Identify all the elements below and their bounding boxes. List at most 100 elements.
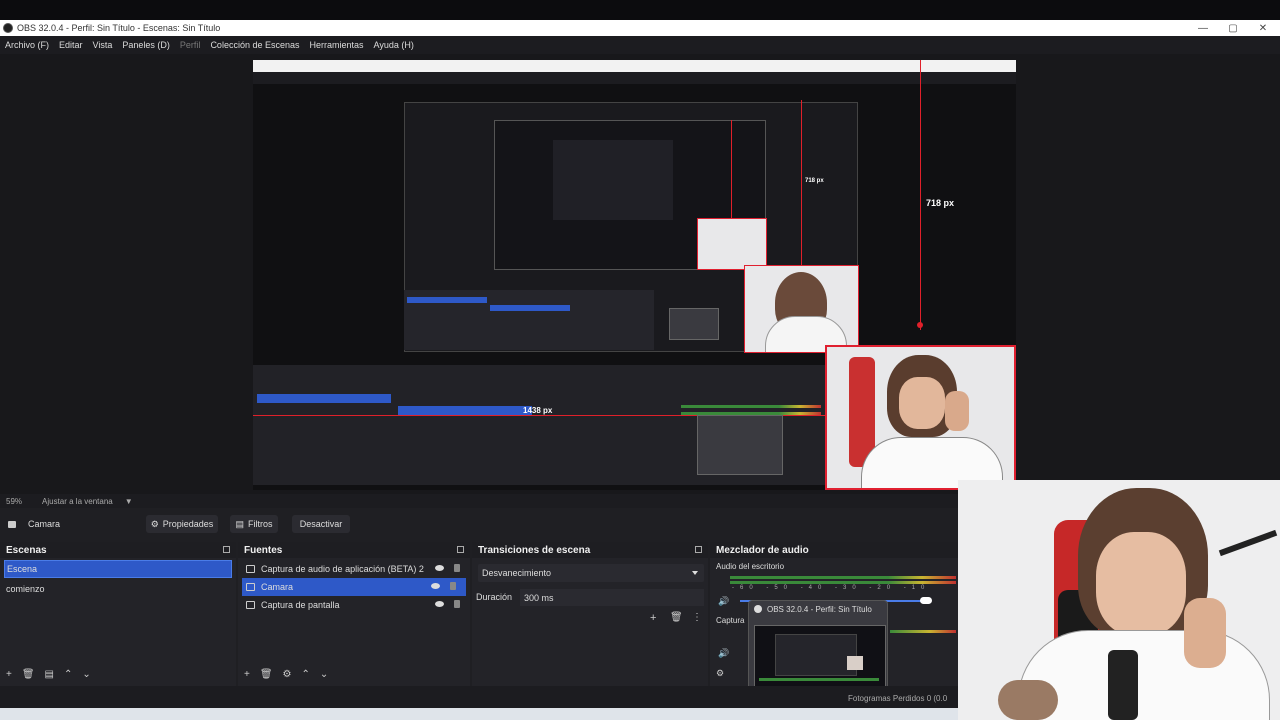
filter-icon[interactable]: ▤ [45, 669, 54, 680]
up-icon[interactable]: ⌃ [302, 669, 310, 680]
gear-icon[interactable]: ⚙ [283, 669, 292, 680]
desktop-meter-2 [730, 581, 956, 584]
scale-tick: -40 [800, 585, 828, 591]
zoom-fit[interactable]: Ajustar a la ventana [42, 497, 113, 506]
guide-label-718: 718 px [926, 198, 955, 208]
scale-tick: -60 [732, 585, 759, 591]
audio-capture-icon [246, 565, 255, 573]
menu-editar[interactable]: Editar [54, 40, 88, 50]
menu-herramientas[interactable]: Herramientas [305, 40, 369, 50]
chevron-down-icon [692, 571, 698, 575]
nested-popup [697, 415, 783, 475]
scenes-footer: + 🗑 ▤ ⌃ ⌄ [6, 669, 91, 680]
down-icon[interactable]: ⌄ [320, 669, 328, 680]
add-icon[interactable]: + [244, 669, 250, 680]
lock-icon[interactable] [454, 564, 460, 572]
taskbar-preview-popup[interactable]: OBS 32.0.4 - Perfil: Sin Título [748, 600, 888, 694]
guide-vertical-718 [920, 60, 921, 330]
sources-header: Fuentes [238, 542, 470, 558]
properties-label: Propiedades [162, 519, 214, 529]
trash-icon[interactable]: 🗑 [22, 669, 35, 680]
source-item-pantalla[interactable]: Captura de pantalla [238, 596, 470, 614]
add-icon[interactable]: + [6, 669, 12, 680]
eye-icon[interactable] [435, 565, 444, 571]
speaker-icon[interactable]: 🔊 [718, 648, 729, 659]
menu-paneles[interactable]: Paneles (D) [117, 40, 175, 50]
minimize-button[interactable]: — [1188, 20, 1218, 36]
more-icon[interactable]: ⋮ [692, 612, 702, 623]
camera-source-frame[interactable] [825, 345, 1016, 490]
nested-menubar [253, 72, 1016, 84]
scene-item-comienzo[interactable]: comienzo [0, 580, 236, 598]
deactivate-button[interactable]: Desactivar [292, 515, 350, 533]
menu-archivo[interactable]: Archivo (F) [0, 40, 54, 50]
chevron-down-icon[interactable]: ▼ [125, 497, 133, 506]
undock-icon[interactable] [457, 546, 464, 553]
undock-icon[interactable] [695, 546, 702, 553]
menu-perfil[interactable]: Perfil [175, 40, 206, 50]
guide-vertical-inner [801, 100, 802, 265]
transitions-title: Transiciones de escena [478, 544, 591, 556]
source-label: Captura de audio de aplicación (BETA) 2 [261, 564, 424, 574]
trash-icon[interactable]: 🗑 [260, 669, 273, 680]
obs-app-icon [3, 23, 13, 33]
scene-item-escena[interactable]: Escena [4, 560, 232, 578]
scale-tick: -20 [869, 585, 897, 591]
undock-icon[interactable] [223, 546, 230, 553]
scale-tick: -30 [835, 585, 862, 591]
filters-button[interactable]: ▤ Filtros [230, 515, 278, 533]
menu-coleccion[interactable]: Colección de Escenas [205, 40, 304, 50]
source-label: Camara [261, 582, 294, 592]
scale-tick: -10 [903, 585, 931, 591]
guide-label-718-inner: 718 px [805, 178, 824, 184]
obs-status-bar: Fotogramas Perdidos 0 (0.0 [0, 686, 960, 708]
deactivate-label: Desactivar [299, 519, 343, 529]
lock-icon[interactable] [450, 582, 456, 590]
eye-icon[interactable] [431, 583, 440, 589]
trash-icon[interactable]: 🗑 [670, 612, 683, 623]
popup-title-text: OBS 32.0.4 - Perfil: Sin Título [767, 605, 872, 614]
nested-titlebar [253, 60, 1016, 72]
camera-icon [246, 583, 255, 591]
guide-vertical-inner-2 [731, 120, 732, 220]
volume-knob[interactable] [920, 597, 932, 604]
preview-canvas[interactable]: 718 px 718 px 1438 px [253, 60, 1016, 490]
duration-label: Duración [476, 592, 513, 602]
selected-source-name: Camara [28, 519, 61, 529]
mixer-settings-icon[interactable]: ⚙ [716, 668, 724, 679]
close-button[interactable]: ✕ [1248, 20, 1278, 36]
zoom-level[interactable]: 59% [6, 497, 22, 506]
duration-value: 300 ms [524, 592, 554, 603]
eye-icon[interactable] [435, 601, 444, 607]
title-bar: OBS 32.0.4 - Perfil: Sin Título - Escena… [0, 20, 1280, 36]
menu-vista[interactable]: Vista [88, 40, 118, 50]
window-title: OBS 32.0.4 - Perfil: Sin Título - Escena… [17, 23, 221, 33]
popup-thumbnail[interactable] [754, 625, 886, 693]
screen-top-strip [0, 0, 1280, 20]
maximize-button[interactable]: ▢ [1218, 20, 1248, 36]
duration-input[interactable]: 300 ms [520, 589, 704, 606]
down-icon[interactable]: ⌄ [82, 669, 90, 680]
add-transition-icon[interactable]: + [650, 612, 656, 624]
source-toolbar: Camara [0, 512, 960, 536]
lock-icon[interactable] [454, 600, 460, 608]
nested-source-selected [398, 406, 532, 415]
source-item-audio[interactable]: Captura de audio de aplicación (BETA) 2 [238, 560, 470, 578]
menu-ayuda[interactable]: Ayuda (H) [369, 40, 419, 50]
capture-meter [890, 630, 956, 633]
source-item-camara[interactable]: Camara [242, 578, 466, 596]
transition-select[interactable]: Desvanecimiento [478, 564, 704, 582]
source-label: Captura de pantalla [261, 600, 340, 610]
dropped-frames: Fotogramas Perdidos 0 (0.0 [848, 694, 948, 703]
guide-handle[interactable] [917, 322, 923, 328]
guide-label-1438: 1438 px [523, 406, 553, 415]
filters-label: Filtros [248, 519, 273, 529]
properties-button[interactable]: ⚙ Propiedades [146, 515, 218, 533]
up-icon[interactable]: ⌃ [64, 669, 72, 680]
menu-bar: Archivo (F) Editar Vista Paneles (D) Per… [0, 36, 1280, 54]
sources-dock: Fuentes Captura de audio de aplicación (… [238, 542, 470, 686]
gear-icon: ⚙ [150, 518, 159, 529]
nested-scene-selected-2 [407, 297, 487, 303]
obs-app-icon [754, 605, 762, 613]
speaker-icon[interactable]: 🔊 [718, 596, 729, 607]
